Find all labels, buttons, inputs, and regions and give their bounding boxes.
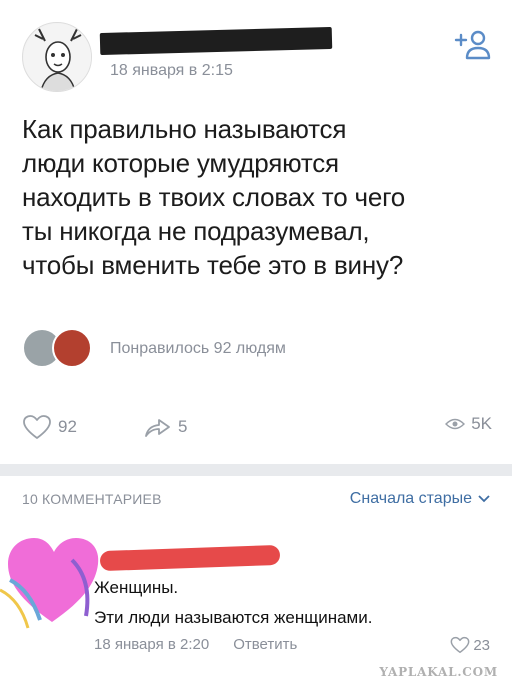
post-text: Как правильно называются люди которые ум… <box>22 112 492 282</box>
author-name-redacted <box>99 26 333 56</box>
share-count: 5 <box>178 417 188 436</box>
heart-icon <box>450 636 470 654</box>
likers-row[interactable]: Понравилось 92 людям <box>22 328 422 368</box>
section-divider <box>0 464 512 476</box>
share-button[interactable]: 5 <box>142 414 187 440</box>
watermark: YAPLAKAL.COM <box>379 665 498 679</box>
eye-icon <box>445 418 466 430</box>
comment-like-button[interactable]: 23 <box>450 636 490 654</box>
share-icon <box>145 419 170 437</box>
post-text-line: люди которые умудряются <box>22 148 339 178</box>
comment-text-line: Женщины. <box>94 578 179 597</box>
sort-dropdown[interactable]: Сначала старые <box>350 490 490 508</box>
add-friend-icon[interactable] <box>452 28 492 62</box>
comment-avatar[interactable] <box>0 520 100 630</box>
post-text-line: чтобы вменить тебе это в вину? <box>22 250 404 280</box>
comment-text-line: Эти люди называются женщинами. <box>94 608 373 627</box>
views-count: 5K <box>471 414 492 433</box>
like-count: 92 <box>58 417 77 436</box>
comments-count: 10 КОММЕНТАРИЕВ <box>22 491 162 507</box>
author-avatar[interactable] <box>22 22 92 92</box>
post-text-line: Как правильно называются <box>22 114 347 144</box>
post-text-line: ты никогда не подразумевал, <box>22 216 370 246</box>
comment-meta: 18 января в 2:20 Ответить <box>94 636 297 653</box>
reply-button[interactable]: Ответить <box>233 636 297 653</box>
comment-date: 18 января в 2:20 <box>94 636 210 653</box>
sort-label: Сначала старые <box>349 490 472 507</box>
heart-icon <box>23 415 51 439</box>
comment-like-count: 23 <box>473 636 490 654</box>
post-header: 18 января в 2:15 <box>0 0 512 100</box>
post-date: 18 января в 2:15 <box>110 62 233 79</box>
comment-author-redacted <box>99 544 281 572</box>
chevron-down-icon <box>478 495 490 503</box>
comment-item: Женщины. Эти люди называются женщинами. … <box>0 520 512 683</box>
views-counter: 5K <box>445 414 492 434</box>
liker-avatar <box>52 328 92 368</box>
like-button[interactable]: 92 <box>22 414 77 440</box>
liked-by-text[interactable]: Понравилось 92 людям <box>110 340 286 358</box>
comments-header: 10 КОММЕНТАРИЕВ Сначала старые <box>0 485 512 515</box>
post-actions: 92 5 5K <box>0 410 512 450</box>
post-text-line: находить в твоих словах то чего <box>22 182 406 212</box>
